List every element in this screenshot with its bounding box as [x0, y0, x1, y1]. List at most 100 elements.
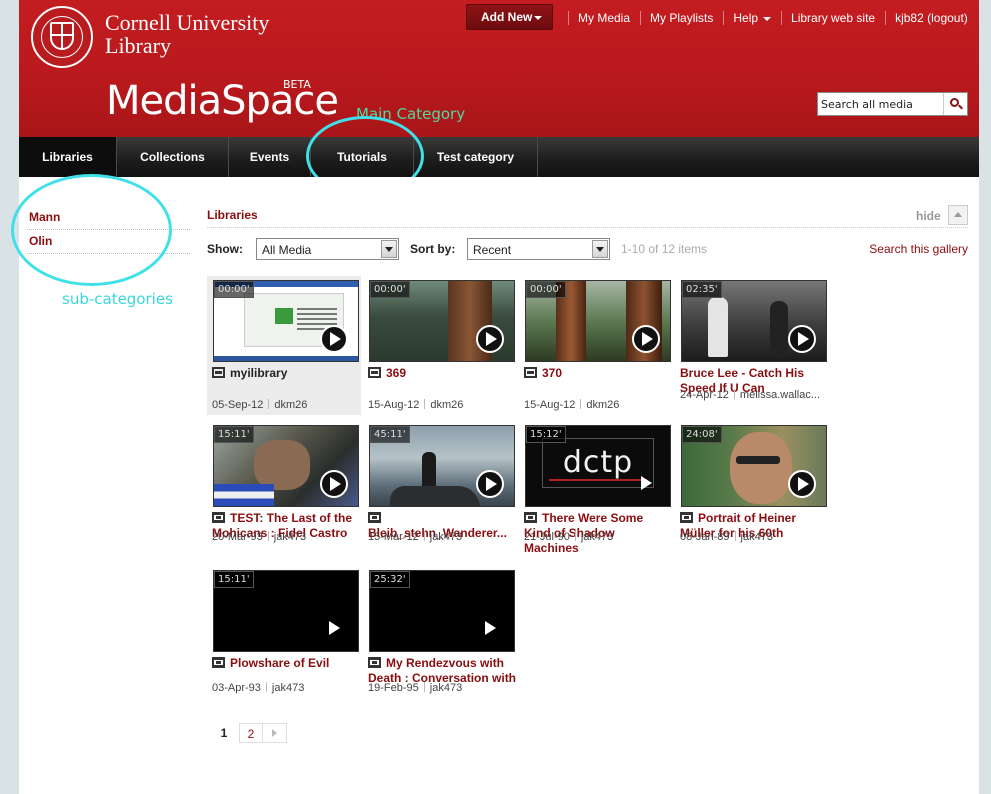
search-gallery-link[interactable]: Search this gallery: [869, 242, 968, 256]
video-icon: [368, 512, 381, 523]
duration-badge: 02:35': [682, 281, 722, 298]
search-box: [817, 92, 968, 116]
media-owner[interactable]: jak473: [741, 531, 773, 543]
duration-badge: 25:32': [370, 571, 410, 588]
media-owner[interactable]: dkm26: [274, 399, 307, 411]
play-icon[interactable]: [476, 615, 504, 643]
media-date: 15-Aug-12: [368, 399, 420, 411]
media-card[interactable]: 45:11' Bleib_stehn_Wanderer... 15-Mar-12 ja…: [363, 421, 517, 560]
play-icon[interactable]: [476, 470, 504, 498]
media-date: 05-Sep-12: [212, 399, 264, 411]
media-meta: 15-Aug-12 dkm26: [524, 399, 619, 411]
play-icon[interactable]: [632, 325, 660, 353]
media-title[interactable]: Plowshare of Evil: [212, 656, 360, 671]
duration-badge: 15:12': [526, 426, 566, 443]
media-thumbnail[interactable]: dctp 15:12': [525, 425, 671, 507]
video-icon: [680, 512, 693, 523]
image-icon: [368, 367, 381, 378]
duration-badge: 15:11': [214, 426, 254, 443]
media-card[interactable]: 00:00' 370 15-Aug-12 dkm26: [519, 276, 673, 415]
media-date: 21-Jul-90: [524, 531, 570, 543]
media-owner[interactable]: jak473: [272, 682, 304, 694]
media-thumbnail[interactable]: 15:11': [213, 570, 359, 652]
media-meta: 15-Mar-12 jak473: [368, 531, 462, 543]
tab-test-category[interactable]: Test category: [414, 137, 538, 177]
image-icon: [212, 367, 225, 378]
university-logo-text[interactable]: Cornell University Library: [105, 11, 269, 57]
video-icon: [368, 657, 381, 668]
media-thumbnail[interactable]: 45:11': [369, 425, 515, 507]
category-nav: Libraries Collections Events Tutorials T…: [19, 137, 979, 177]
media-card[interactable]: 24:08' Portrait of Heiner Müller for his …: [675, 421, 829, 560]
divider: [207, 227, 968, 228]
media-card[interactable]: 02:35' Bruce Lee - Catch His Speed If U C…: [675, 276, 829, 415]
media-owner[interactable]: jak473: [430, 531, 462, 543]
media-card[interactable]: 25:32' My Rendezvous with Death : Convers…: [363, 566, 517, 705]
media-meta: 24-Apr-12 melissa.wallac...: [680, 389, 820, 401]
image-icon: [524, 367, 537, 378]
tab-events[interactable]: Events: [229, 137, 311, 177]
play-icon[interactable]: [320, 470, 348, 498]
gallery-filters: Show: All Media Sort by: Recent 1-10 of …: [207, 238, 968, 260]
play-icon[interactable]: [320, 615, 348, 643]
media-thumbnail[interactable]: 00:00': [525, 280, 671, 362]
media-owner[interactable]: jak473: [274, 531, 306, 543]
media-title[interactable]: 369: [368, 366, 516, 381]
media-owner[interactable]: jak473: [430, 682, 462, 694]
media-thumbnail[interactable]: 25:32': [369, 570, 515, 652]
my-playlists-link[interactable]: My Playlists: [640, 11, 723, 25]
media-owner[interactable]: melissa.wallac...: [740, 389, 820, 401]
logout-link[interactable]: kjb82 (logout): [885, 11, 978, 25]
media-card[interactable]: dctp 15:12' There Were Some Kind of Shadow…: [519, 421, 673, 560]
media-owner[interactable]: dkm26: [430, 399, 463, 411]
next-page-icon[interactable]: [263, 723, 287, 743]
cornell-seal-icon[interactable]: [31, 6, 93, 68]
media-thumbnail[interactable]: 24:08': [681, 425, 827, 507]
media-meta: 05-Sep-12 dkm26: [212, 399, 307, 411]
media-thumbnail[interactable]: 00:00': [369, 280, 515, 362]
duration-badge: 00:00': [214, 281, 254, 298]
media-thumbnail[interactable]: 00:00': [213, 280, 359, 362]
video-icon: [524, 512, 537, 523]
media-owner[interactable]: dkm26: [586, 399, 619, 411]
chevron-down-icon: [763, 16, 772, 21]
help-menu[interactable]: Help: [723, 11, 781, 25]
play-icon[interactable]: [632, 470, 660, 498]
search-input[interactable]: [819, 94, 941, 114]
play-icon[interactable]: [788, 470, 816, 498]
duration-badge: 45:11': [370, 426, 410, 443]
hide-link[interactable]: hide: [916, 209, 941, 223]
sort-select[interactable]: Recent: [467, 238, 610, 260]
show-label: Show:: [207, 242, 243, 256]
show-select[interactable]: All Media: [256, 238, 399, 260]
top-links: My Media My Playlists Help Library web s…: [568, 11, 978, 25]
library-website-link[interactable]: Library web site: [781, 11, 885, 25]
media-meta: 19-Feb-95 jak473: [368, 682, 462, 694]
media-card[interactable]: 00:00' 369 15-Aug-12 dkm26: [363, 276, 517, 415]
site-header: Cornell University Library MediaSpace BE…: [19, 0, 979, 137]
my-media-link[interactable]: My Media: [568, 11, 640, 25]
media-thumbnail[interactable]: 02:35': [681, 280, 827, 362]
media-date: 19-Feb-95: [368, 682, 419, 694]
tab-libraries[interactable]: Libraries: [19, 137, 117, 177]
media-owner[interactable]: jak473: [581, 531, 613, 543]
media-card[interactable]: 15:11' Plowshare of Evil 03-Apr-93 jak473: [207, 566, 361, 705]
media-date: 08-Jan-89: [680, 531, 730, 543]
media-card[interactable]: 15:11' TEST: The Last of the Mohicans : F…: [207, 421, 361, 560]
duration-badge: 00:00': [370, 281, 410, 298]
media-meta: 03-Apr-93 jak473: [212, 682, 304, 694]
media-card[interactable]: 00:00' myilibrary 05-Sep-12 dkm26: [207, 276, 361, 415]
search-button[interactable]: [943, 93, 967, 115]
media-thumbnail[interactable]: 15:11': [213, 425, 359, 507]
media-title[interactable]: myilibrary: [212, 366, 360, 381]
gallery-title: Libraries: [207, 208, 258, 222]
collapse-icon[interactable]: [948, 205, 968, 225]
add-new-button[interactable]: Add New: [466, 4, 553, 30]
play-icon[interactable]: [788, 325, 816, 353]
play-icon[interactable]: [320, 325, 348, 353]
play-icon[interactable]: [476, 325, 504, 353]
tab-collections[interactable]: Collections: [117, 137, 229, 177]
media-title[interactable]: 370: [524, 366, 672, 381]
page-link-2[interactable]: 2: [239, 723, 263, 743]
media-date: 15-Mar-12: [368, 531, 419, 543]
